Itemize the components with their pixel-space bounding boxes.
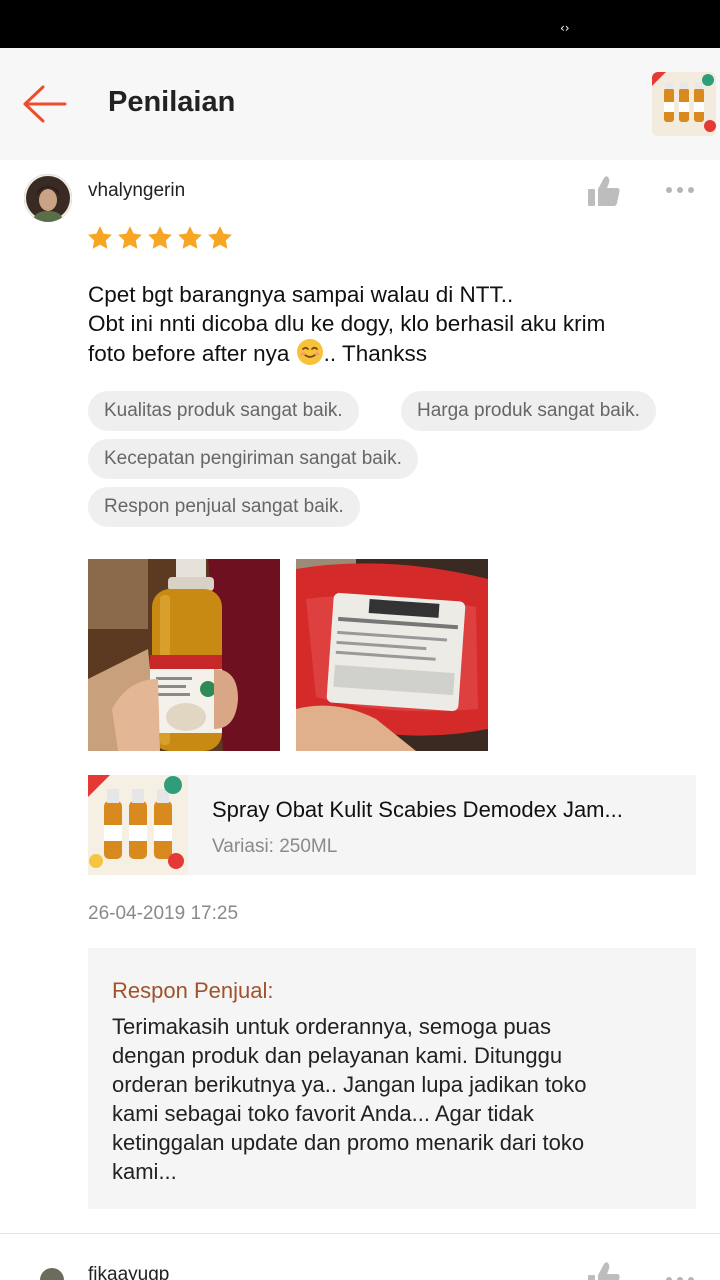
thumbs-up-icon: [588, 1262, 620, 1280]
reviewer-username[interactable]: fikaayugp: [88, 1264, 169, 1280]
seller-response: Respon Penjual: Terimakasih untuk ordera…: [88, 948, 696, 1209]
review-tag: Harga produk sangat baik.: [401, 391, 656, 431]
thumbs-up-icon: [588, 176, 620, 206]
more-options-button[interactable]: [656, 1268, 704, 1280]
like-button[interactable]: [584, 1260, 624, 1280]
page-title: Penilaian: [108, 86, 236, 118]
review-text-segment: foto before after nya: [88, 341, 290, 366]
review-date: 26-04-2019 17:25: [88, 903, 239, 924]
more-dot-icon: [666, 187, 672, 193]
more-dot-icon: [688, 187, 694, 193]
like-button[interactable]: [584, 174, 624, 210]
star-icon: [118, 226, 142, 249]
star-icon: [178, 226, 202, 249]
product-variation: Variasi: 250ML: [212, 836, 337, 858]
seller-response-line: kami sebagai toko favorit Anda... Agar t…: [112, 1101, 534, 1126]
star-icon: [208, 226, 232, 249]
avatar[interactable]: [24, 174, 72, 222]
more-options-button[interactable]: [656, 178, 704, 202]
status-icon: ‹›: [560, 21, 570, 35]
review-photo-bottle[interactable]: [88, 559, 280, 751]
review-text: Cpet bgt barangnya sampai walau di NTT..…: [88, 280, 688, 368]
product-name: Spray Obat Kulit Scabies Demodex Jam...: [212, 797, 623, 822]
back-button[interactable]: [16, 78, 72, 130]
seller-response-line: ketinggalan update dan promo menarik dar…: [112, 1130, 585, 1155]
seller-response-line: dengan produk dan pelayanan kami. Ditung…: [112, 1043, 563, 1068]
more-dot-icon: [677, 187, 683, 193]
seller-response-text: Terimakasih untuk orderannya, semoga pua…: [112, 1012, 682, 1186]
product-card[interactable]: Spray Obat Kulit Scabies Demodex Jam... …: [88, 775, 696, 875]
seller-response-title: Respon Penjual:: [112, 978, 274, 1003]
seller-response-line: Terimakasih untuk orderannya, semoga pua…: [112, 1014, 552, 1039]
review-text-line: Cpet bgt barangnya sampai walau di NTT..: [88, 282, 514, 307]
seller-response-line: orderan berikutnya ya.. Jangan lupa jadi…: [112, 1072, 587, 1097]
status-bar: ‹›: [0, 0, 720, 48]
product-thumbnail[interactable]: [652, 72, 716, 136]
review-item: fikaayugp: [0, 1234, 720, 1280]
smile-emoji-icon: [296, 339, 323, 365]
review-tag: Respon penjual sangat baik.: [88, 487, 360, 527]
review-tag: Kecepatan pengiriman sangat baik.: [88, 439, 418, 479]
review-photo-package[interactable]: [296, 559, 488, 751]
review-text-line: Obt ini nnti dicoba dlu ke dogy, klo ber…: [88, 311, 606, 336]
star-rating: [86, 224, 234, 252]
variation-value: 250ML: [279, 836, 338, 857]
seller-response-line: kami...: [112, 1159, 177, 1184]
avatar[interactable]: [40, 1268, 64, 1280]
review-text-segment: .. Thankss: [323, 341, 428, 366]
app-header: Penilaian: [0, 48, 720, 160]
reviewer-username[interactable]: vhalyngerin: [88, 180, 185, 202]
review-tag: Kualitas produk sangat baik.: [88, 391, 359, 431]
star-icon: [148, 226, 172, 249]
product-image: [88, 775, 188, 875]
variation-label: Variasi:: [212, 836, 274, 857]
review-text-line: foto before after nya .. Thankss: [88, 338, 688, 368]
arrow-left-icon: [23, 85, 67, 123]
star-icon: [88, 226, 112, 249]
